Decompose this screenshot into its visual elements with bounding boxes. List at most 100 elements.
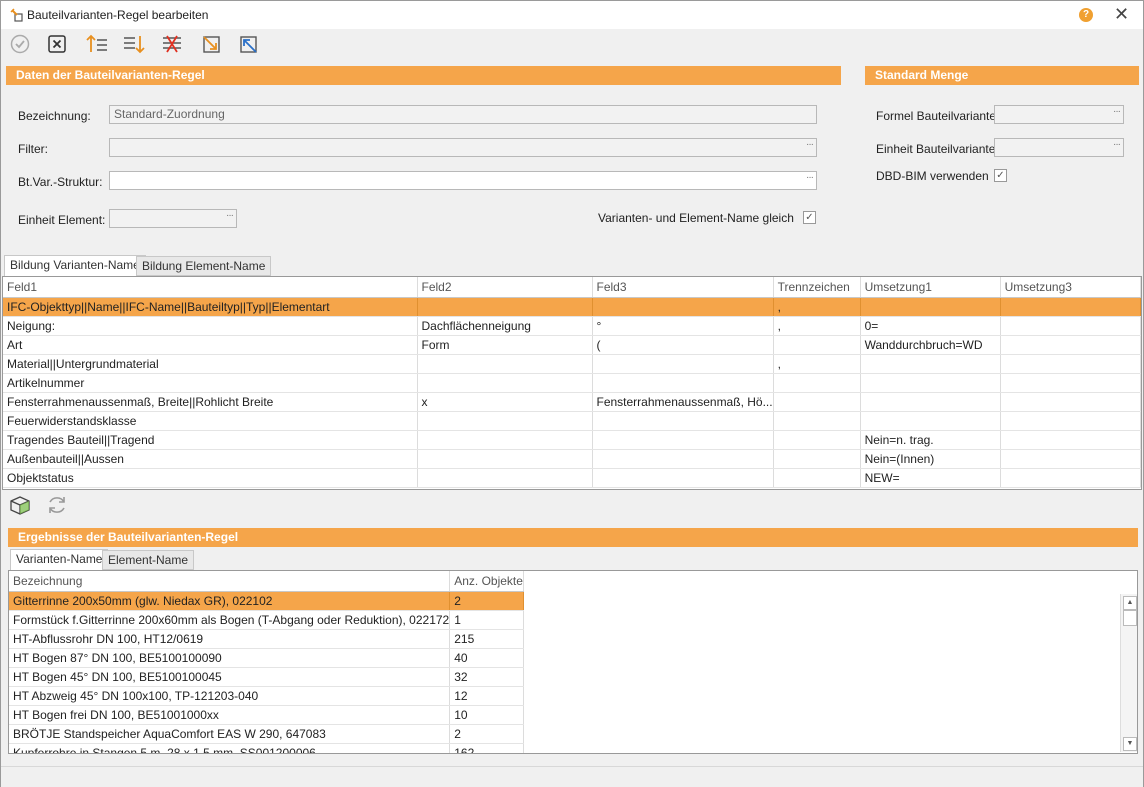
table-cell[interactable] — [1000, 468, 1141, 488]
table-row[interactable]: HT Bogen 45° DN 100, BE5100100045 32 — [9, 667, 524, 687]
table-cell[interactable]: Kupferrohre in Stangen 5 m, 28 x 1,5 mm,… — [9, 743, 451, 753]
table-cell[interactable] — [592, 354, 774, 374]
table-cell[interactable] — [1000, 449, 1141, 469]
table-cell[interactable] — [1000, 411, 1141, 431]
table-cell[interactable]: Form — [417, 335, 593, 355]
table-row[interactable]: HT Abzweig 45° DN 100x100, TP-121203-040… — [9, 686, 524, 706]
cancel-icon[interactable] — [45, 32, 69, 56]
close-icon[interactable]: ✕ — [1114, 4, 1129, 25]
table-cell[interactable] — [773, 468, 861, 488]
table-cell[interactable] — [592, 373, 774, 393]
table-cell[interactable]: 215 — [449, 629, 524, 649]
scroll-thumb[interactable] — [1123, 610, 1137, 626]
table-row[interactable]: Formstück f.Gitterrinne 200x60mm als Bog… — [9, 610, 524, 630]
struktur-field[interactable]: ··· — [109, 171, 817, 190]
table-cell[interactable]: NEW= — [860, 468, 1001, 488]
table-cell[interactable]: HT-Abflussrohr DN 100, HT12/0619 — [9, 629, 451, 649]
table-cell[interactable]: Fensterrahmenaussenmaß, Hö... — [592, 392, 774, 412]
scroll-up-icon[interactable]: ▲ — [1123, 596, 1137, 610]
table-cell[interactable] — [860, 297, 1001, 317]
table-cell[interactable]: 1 — [449, 610, 524, 630]
table-cell[interactable] — [417, 468, 593, 488]
table-row[interactable]: HT Bogen frei DN 100, BE51001000xx 10 — [9, 705, 524, 725]
formel-field[interactable]: ··· — [994, 105, 1124, 124]
table-cell[interactable]: x — [417, 392, 593, 412]
table-cell[interactable]: BRÖTJE Standspeicher AquaComfort EAS W 2… — [9, 724, 451, 744]
table-cell[interactable] — [1000, 373, 1141, 393]
table-cell[interactable]: 2 — [449, 724, 524, 744]
help-icon[interactable]: ? — [1079, 8, 1093, 22]
table-cell[interactable] — [860, 411, 1001, 431]
table-cell[interactable] — [592, 449, 774, 469]
table-cell[interactable] — [1000, 430, 1141, 450]
column-header[interactable]: Feld1 — [3, 277, 418, 298]
tab-element-name[interactable]: Element-Name — [102, 550, 195, 570]
dbd-bim-checkbox[interactable]: ✓ — [994, 169, 1007, 182]
table-cell[interactable] — [417, 354, 593, 374]
table-row[interactable]: Gitterrinne 200x50mm (glw. Niedax GR), 0… — [9, 591, 524, 611]
table-cell[interactable]: Gitterrinne 200x50mm (glw. Niedax GR), 0… — [9, 591, 451, 611]
filter-field[interactable]: ··· — [109, 138, 817, 157]
results-scrollbar[interactable]: ▲ ▼ — [1120, 594, 1137, 752]
table-cell[interactable] — [417, 430, 593, 450]
einheit-element-field[interactable]: ··· — [109, 209, 237, 228]
table-row[interactable]: HT Bogen 87° DN 100, BE5100100090 40 — [9, 648, 524, 668]
table-cell[interactable]: Feuerwiderstandsklasse — [3, 411, 418, 431]
table-cell[interactable]: Dachflächenneigung — [417, 316, 593, 336]
table-cell[interactable]: 32 — [449, 667, 524, 687]
struktur-ellipsis-button[interactable]: ··· — [806, 169, 814, 186]
cube-icon[interactable] — [8, 493, 32, 517]
table-cell[interactable] — [860, 373, 1001, 393]
table-cell[interactable]: , — [773, 354, 861, 374]
table-cell[interactable] — [592, 411, 774, 431]
table-cell[interactable]: ° — [592, 316, 774, 336]
move-down-icon[interactable] — [122, 32, 146, 56]
tab-varianten-name[interactable]: Varianten-Name — [10, 549, 109, 570]
table-cell[interactable]: Fensterrahmenaussenmaß, Breite||Rohlicht… — [3, 392, 418, 412]
column-header[interactable]: Umsetzung3 — [1000, 277, 1141, 298]
table-row[interactable]: Außenbauteil||Aussen Nein=(Innen) — [3, 449, 1141, 469]
table-row[interactable]: IFC-Objekttyp||Name||IFC-Name||Bauteilty… — [3, 297, 1141, 317]
table-cell[interactable] — [1000, 335, 1141, 355]
table-cell[interactable] — [1000, 354, 1141, 374]
table-cell[interactable]: Tragendes Bauteil||Tragend — [3, 430, 418, 450]
check-icon[interactable] — [8, 32, 32, 56]
table-row[interactable]: Neigung: Dachflächenneigung °, 0= — [3, 316, 1141, 336]
table-cell[interactable] — [773, 335, 861, 355]
table-cell[interactable]: Wanddurchbruch=WD — [860, 335, 1001, 355]
table-cell[interactable]: , — [773, 316, 861, 336]
table-cell[interactable]: HT Bogen 45° DN 100, BE5100100045 — [9, 667, 451, 687]
import-icon[interactable] — [200, 32, 224, 56]
table-cell[interactable] — [1000, 392, 1141, 412]
column-header[interactable]: Feld2 — [417, 277, 593, 298]
table-cell[interactable]: Nein=(Innen) — [860, 449, 1001, 469]
einheit-element-ellipsis-button[interactable]: ··· — [226, 207, 234, 224]
table-cell[interactable] — [417, 449, 593, 469]
table-row[interactable]: Objektstatus NEW= — [3, 468, 1141, 488]
table-cell[interactable] — [592, 468, 774, 488]
name-gleich-checkbox[interactable]: ✓ — [803, 211, 816, 224]
table-cell[interactable] — [773, 430, 861, 450]
table-cell[interactable]: HT Abzweig 45° DN 100x100, TP-121203-040 — [9, 686, 451, 706]
table-cell[interactable]: HT Bogen 87° DN 100, BE5100100090 — [9, 648, 451, 668]
table-cell[interactable] — [860, 392, 1001, 412]
table-cell[interactable]: Neigung: — [3, 316, 418, 336]
table-cell[interactable]: 0= — [860, 316, 1001, 336]
table-cell[interactable] — [592, 430, 774, 450]
table-cell[interactable] — [773, 373, 861, 393]
table-cell[interactable]: , — [773, 297, 861, 317]
table-cell[interactable] — [773, 411, 861, 431]
table-cell[interactable]: Artikelnummer — [3, 373, 418, 393]
table-cell[interactable] — [417, 411, 593, 431]
table-row[interactable]: Art Form(Wanddurchbruch=WD — [3, 335, 1141, 355]
table-cell[interactable]: ( — [592, 335, 774, 355]
table-cell[interactable] — [1000, 297, 1141, 317]
filter-ellipsis-button[interactable]: ··· — [806, 136, 814, 153]
table-cell[interactable]: Außenbauteil||Aussen — [3, 449, 418, 469]
move-up-icon[interactable] — [85, 32, 109, 56]
table-cell[interactable]: 10 — [449, 705, 524, 725]
table-row[interactable]: Artikelnummer — [3, 373, 1141, 393]
tab-bildung-element-name[interactable]: Bildung Element-Name — [136, 256, 272, 276]
table-row[interactable]: Kupferrohre in Stangen 5 m, 28 x 1,5 mm,… — [9, 743, 524, 753]
table-row[interactable]: BRÖTJE Standspeicher AquaComfort EAS W 2… — [9, 724, 524, 744]
